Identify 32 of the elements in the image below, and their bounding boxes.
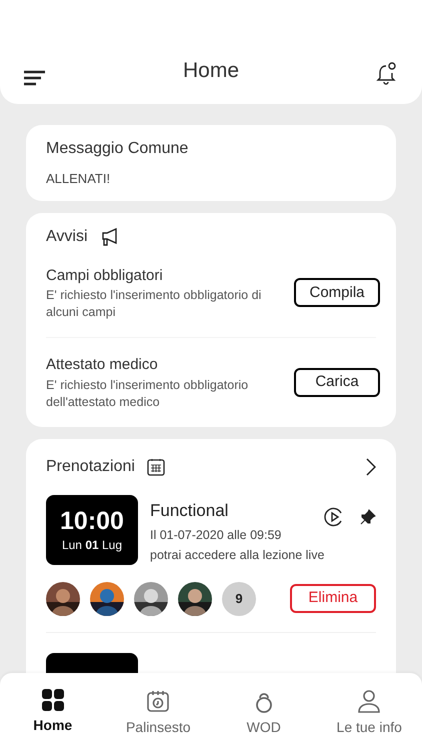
- play-circle-icon[interactable]: [324, 506, 344, 526]
- notice-text: E' richiesto l'inserimento obbligatorio di alcuni campi: [46, 287, 262, 321]
- notice-text: E' richiesto l'inserimento obbligatorio dell'attestato medico: [46, 376, 250, 410]
- card-title: Prenotazioni: [46, 456, 135, 476]
- nav-tab[interactable]: Home: [0, 673, 106, 750]
- megaphone-icon: [100, 228, 120, 246]
- notification-bell-icon[interactable]: [376, 62, 398, 86]
- class-name: Functional: [150, 500, 228, 522]
- booking-info-text: Il 01-07-2020 alle 09:59: [150, 526, 282, 544]
- notice-title: Campi obbligatori: [46, 266, 164, 286]
- calendar-icon: [146, 458, 165, 476]
- menu-icon[interactable]: [24, 70, 46, 86]
- card-title: Messaggio Comune: [46, 139, 190, 159]
- nav-tab[interactable]: Palinsesto: [106, 673, 211, 750]
- calendar-clock-icon: [146, 689, 170, 713]
- page-title: Home: [182, 58, 240, 84]
- date-text: Lun 01 Lug: [62, 536, 122, 554]
- nav-tab[interactable]: WOD: [211, 673, 316, 750]
- delete-button[interactable]: Elimina: [290, 584, 376, 613]
- notice-title: Attestato medico: [46, 355, 159, 375]
- notice-action-button[interactable]: Compila: [294, 278, 380, 308]
- notice-action-button[interactable]: Carica: [294, 368, 380, 397]
- time-text: 10:00: [60, 506, 124, 536]
- more-count: 9: [222, 582, 256, 616]
- pin-icon[interactable]: [360, 508, 376, 524]
- chevron-right-icon[interactable]: [366, 458, 376, 476]
- message-text: ALLENATI!: [46, 170, 112, 188]
- user-icon: [358, 689, 380, 713]
- booking-info-text: potrai accedere alla lezione live: [150, 546, 326, 564]
- card-title: Avvisi: [46, 226, 88, 246]
- grid-icon: [42, 689, 64, 711]
- nav-tab[interactable]: Le tue info: [316, 673, 422, 750]
